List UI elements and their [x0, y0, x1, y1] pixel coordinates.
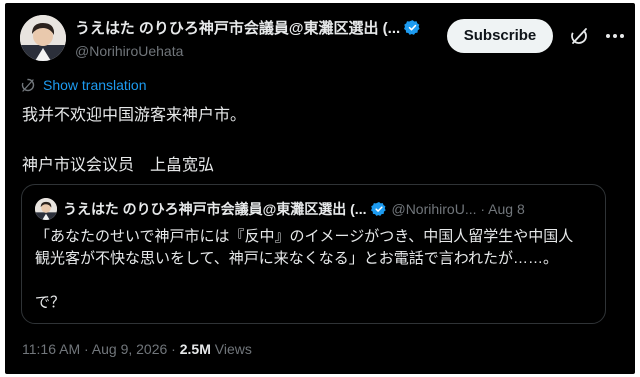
more-icon[interactable]: [604, 25, 626, 47]
views-label: Views: [210, 341, 252, 357]
quoted-text-line: 観光客が不快な思いをして、神戸に来なくなる」とお電話で言われたが……。: [35, 250, 559, 267]
author-avatar[interactable]: [20, 15, 66, 61]
tweet-header: うえはた のりひろ神戸市会議員@東灘区選出 (... @NorihiroUeha…: [20, 13, 624, 63]
quoted-tweet-header: うえはた のりひろ神戸市会議員@東灘区選出 (... @NorihiroU...…: [35, 197, 595, 221]
tweet-footer: 11:16 AM · Aug 9, 2026 · 2.5M Views: [22, 341, 252, 357]
quoted-tweet-text: 「あなたのせいで神戸市には『反中』のイメージがつき、中国人留学生や中国人 観光客…: [35, 226, 595, 314]
tweet-text-line: 神户市议会议员 上畠宽弘: [22, 157, 215, 174]
author-handle[interactable]: @NorihiroUehata: [75, 43, 455, 59]
quoted-author-name: うえはた のりひろ神戸市会議員@東灘区選出 (...: [63, 201, 367, 217]
quoted-author-avatar: [35, 198, 57, 220]
author-info: うえはた のりひろ神戸市会議員@東灘区選出 (... @NorihiroUeha…: [75, 17, 455, 59]
author-display-name[interactable]: うえはた のりひろ神戸市会議員@東灘区選出 (...: [75, 17, 400, 38]
quoted-author-handle-time: @NorihiroU... · Aug 8: [391, 201, 525, 217]
tweet-text-line: 我并不欢迎中国游客来神户市。: [22, 107, 247, 124]
show-translation-link[interactable]: Show translation: [21, 76, 147, 94]
views-count: 2.5M: [179, 341, 211, 357]
verified-badge-icon: [371, 202, 387, 216]
grok-icon[interactable]: [569, 26, 589, 46]
tweet-timestamp[interactable]: 11:16 AM · Aug 9, 2026 ·: [22, 341, 180, 357]
quoted-tweet[interactable]: うえはた のりひろ神戸市会議員@東灘区選出 (... @NorihiroU...…: [21, 184, 606, 324]
quoted-text-line: で？: [35, 294, 66, 311]
verified-badge-icon: [404, 20, 420, 35]
subscribe-button[interactable]: Subscribe: [447, 19, 553, 53]
translate-icon: [21, 78, 35, 92]
show-translation-label[interactable]: Show translation: [43, 77, 147, 93]
tweet-card: うえはた のりひろ神戸市会議員@東灘区選出 (... @NorihiroUeha…: [5, 3, 635, 374]
author-name-row[interactable]: うえはた のりひろ神戸市会議員@東灘区選出 (...: [75, 17, 455, 38]
quoted-text-line: 「あなたのせいで神戸市には『反中』のイメージがつき、中国人留学生や中国人: [35, 228, 574, 245]
